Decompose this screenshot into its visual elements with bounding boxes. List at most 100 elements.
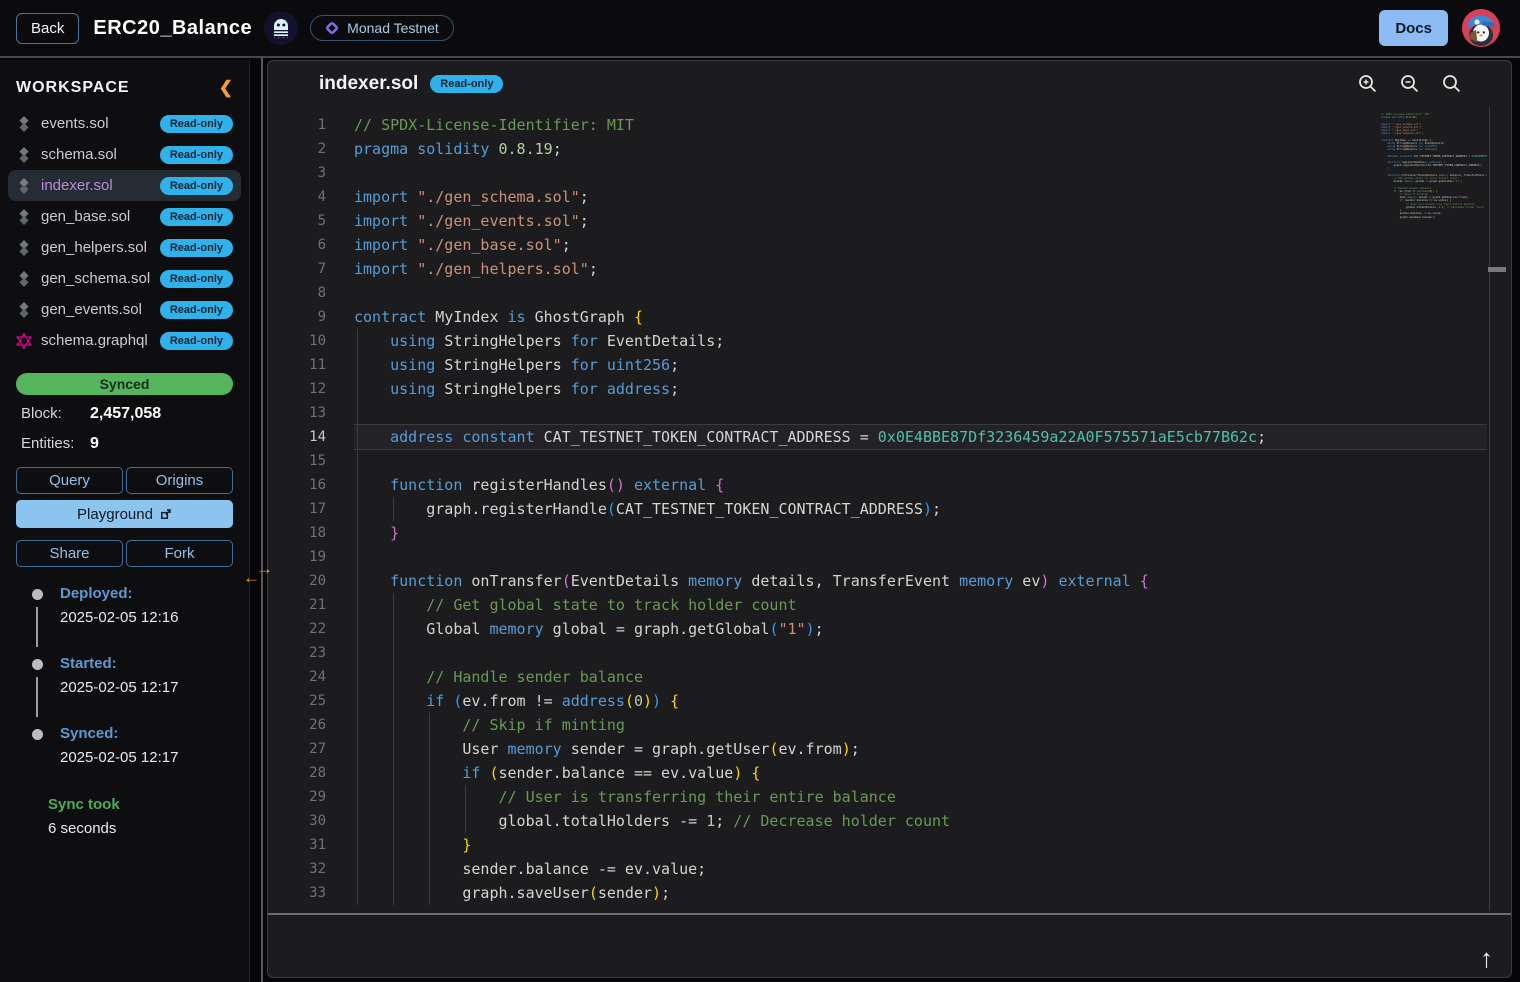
solidity-icon <box>16 271 32 287</box>
indent-guide <box>357 593 358 617</box>
line-content <box>354 641 1487 665</box>
solidity-icon <box>16 147 32 163</box>
file-item-gen_events.sol[interactable]: gen_events.solRead-only <box>8 294 241 325</box>
file-item-events.sol[interactable]: events.solRead-only <box>8 108 241 139</box>
docs-button[interactable]: Docs <box>1379 10 1448 46</box>
file-item-gen_schema.sol[interactable]: gen_schema.solRead-only <box>8 263 241 294</box>
user-avatar[interactable] <box>1462 9 1500 47</box>
code-line-12[interactable]: 12 using StringHelpers for address; <box>268 377 1511 401</box>
query-button[interactable]: Query <box>16 467 123 494</box>
sidebar-resize-divider[interactable] <box>261 58 263 982</box>
file-name: schema.graphql <box>41 332 151 349</box>
timeline-dot <box>32 589 43 600</box>
code-line-18[interactable]: 18 } <box>268 521 1511 545</box>
code-line-3[interactable]: 3 <box>268 161 1511 185</box>
code-line-10[interactable]: 10 using StringHelpers for EventDetails; <box>268 329 1511 353</box>
file-item-indexer.sol[interactable]: indexer.solRead-only <box>8 170 241 201</box>
code-line-2[interactable]: 2pragma solidity 0.8.19; <box>268 137 1511 161</box>
file-item-gen_base.sol[interactable]: gen_base.solRead-only <box>8 201 241 232</box>
line-content: // SPDX-License-Identifier: MIT <box>354 113 1487 137</box>
solidity-icon <box>16 240 32 256</box>
file-item-schema.sol[interactable]: schema.solRead-only <box>8 139 241 170</box>
resize-handle-arrow-left-icon[interactable]: ← <box>243 569 260 586</box>
code-line-11[interactable]: 11 using StringHelpers for uint256; <box>268 353 1511 377</box>
origins-button[interactable]: Origins <box>126 467 233 494</box>
file-name: indexer.sol <box>41 177 151 194</box>
code-line-5[interactable]: 5import "./gen_events.sol"; <box>268 209 1511 233</box>
code-line-1[interactable]: 1// SPDX-License-Identifier: MIT <box>268 113 1511 137</box>
code-line-28[interactable]: 28 if (sender.balance == ev.value) { <box>268 761 1511 785</box>
code-line-6[interactable]: 6import "./gen_base.sol"; <box>268 233 1511 257</box>
code-line-17[interactable]: 17 graph.registerHandle(CAT_TESTNET_TOKE… <box>268 497 1511 521</box>
indent-guide <box>429 737 430 761</box>
code-line-14[interactable]: 14 address constant CAT_TESTNET_TOKEN_CO… <box>268 425 1511 449</box>
line-content: sender.balance -= ev.value; <box>354 857 1487 881</box>
solidity-icon <box>16 302 32 318</box>
indent-guide <box>393 833 394 857</box>
readonly-badge: Read-only <box>160 146 233 164</box>
line-number: 6 <box>268 233 326 257</box>
readonly-badge: Read-only <box>160 208 233 226</box>
minimap[interactable]: // SPDX-License-Identifier: MITpragma so… <box>1381 113 1487 249</box>
share-button[interactable]: Share <box>16 540 123 567</box>
line-number: 29 <box>268 785 326 809</box>
line-content <box>354 449 1487 473</box>
code-line-16[interactable]: 16 function registerHandles() external { <box>268 473 1511 497</box>
code-line-21[interactable]: 21 // Get global state to track holder c… <box>268 593 1511 617</box>
zoom-in-icon[interactable] <box>1357 73 1379 95</box>
network-badge[interactable]: Monad Testnet <box>310 15 454 41</box>
indent-guide <box>357 545 358 569</box>
file-item-schema.graphql[interactable]: schema.graphqlRead-only <box>8 325 241 356</box>
readonly-badge: Read-only <box>160 115 233 133</box>
line-content: // User is transferring their entire bal… <box>354 785 1487 809</box>
file-item-gen_helpers.sol[interactable]: gen_helpers.solRead-only <box>8 232 241 263</box>
code-line-23[interactable]: 23 <box>268 641 1511 665</box>
code-line-27[interactable]: 27 User memory sender = graph.getUser(ev… <box>268 737 1511 761</box>
indent-guide <box>429 857 430 881</box>
scrollbar-thumb[interactable] <box>1488 267 1506 272</box>
code-line-19[interactable]: 19 <box>268 545 1511 569</box>
line-content: import "./gen_schema.sol"; <box>354 185 1487 209</box>
editor-filename: indexer.sol <box>319 73 418 95</box>
code-line-7[interactable]: 7import "./gen_helpers.sol"; <box>268 257 1511 281</box>
line-number: 33 <box>268 881 326 905</box>
timeline-connector <box>36 607 38 647</box>
line-content: contract MyIndex is GhostGraph { <box>354 305 1487 329</box>
code-line-33[interactable]: 33 graph.saveUser(sender); <box>268 881 1511 905</box>
code-line-32[interactable]: 32 sender.balance -= ev.value; <box>268 857 1511 881</box>
code-line-4[interactable]: 4import "./gen_schema.sol"; <box>268 185 1511 209</box>
external-link-icon <box>159 508 172 521</box>
sync-took-value: 6 seconds <box>48 817 249 841</box>
code-line-9[interactable]: 9contract MyIndex is GhostGraph { <box>268 305 1511 329</box>
timeline-dot <box>32 729 43 740</box>
code-line-29[interactable]: 29 // User is transferring their entire … <box>268 785 1511 809</box>
file-list: events.solRead-onlyschema.solRead-onlyin… <box>0 108 249 356</box>
scroll-to-top-button[interactable]: ↑ <box>1480 945 1493 971</box>
indent-guide <box>357 833 358 857</box>
code-line-13[interactable]: 13 <box>268 401 1511 425</box>
code-line-22[interactable]: 22 Global memory global = graph.getGloba… <box>268 617 1511 641</box>
indent-guide <box>357 713 358 737</box>
code-line-20[interactable]: 20 function onTransfer(EventDetails memo… <box>268 569 1511 593</box>
editor-readonly-badge: Read-only <box>430 75 503 93</box>
indent-guide <box>357 329 358 353</box>
code-line-25[interactable]: 25 if (ev.from != address(0)) { <box>268 689 1511 713</box>
code-line-15[interactable]: 15 <box>268 449 1511 473</box>
code-line-26[interactable]: 26 // Skip if minting <box>268 713 1511 737</box>
search-icon[interactable] <box>1441 73 1463 95</box>
stat-label: Entities: <box>21 435 90 452</box>
code-line-24[interactable]: 24 // Handle sender balance <box>268 665 1511 689</box>
collapse-chevron-icon[interactable]: ❮ <box>219 78 233 98</box>
code-line-30[interactable]: 30 global.totalHolders -= 1; // Decrease… <box>268 809 1511 833</box>
code-line-8[interactable]: 8 <box>268 281 1511 305</box>
zoom-out-icon[interactable] <box>1399 73 1421 95</box>
playground-button[interactable]: Playground <box>16 500 233 528</box>
editor-right-gutter-line <box>1489 107 1490 911</box>
code-editor[interactable]: 1// SPDX-License-Identifier: MIT2pragma … <box>268 113 1511 913</box>
fork-button[interactable]: Fork <box>126 540 233 567</box>
back-button[interactable]: Back <box>16 13 79 44</box>
line-content: using StringHelpers for EventDetails; <box>354 329 1487 353</box>
indent-guide <box>357 449 358 473</box>
line-number: 16 <box>268 473 326 497</box>
code-line-31[interactable]: 31 } <box>268 833 1511 857</box>
